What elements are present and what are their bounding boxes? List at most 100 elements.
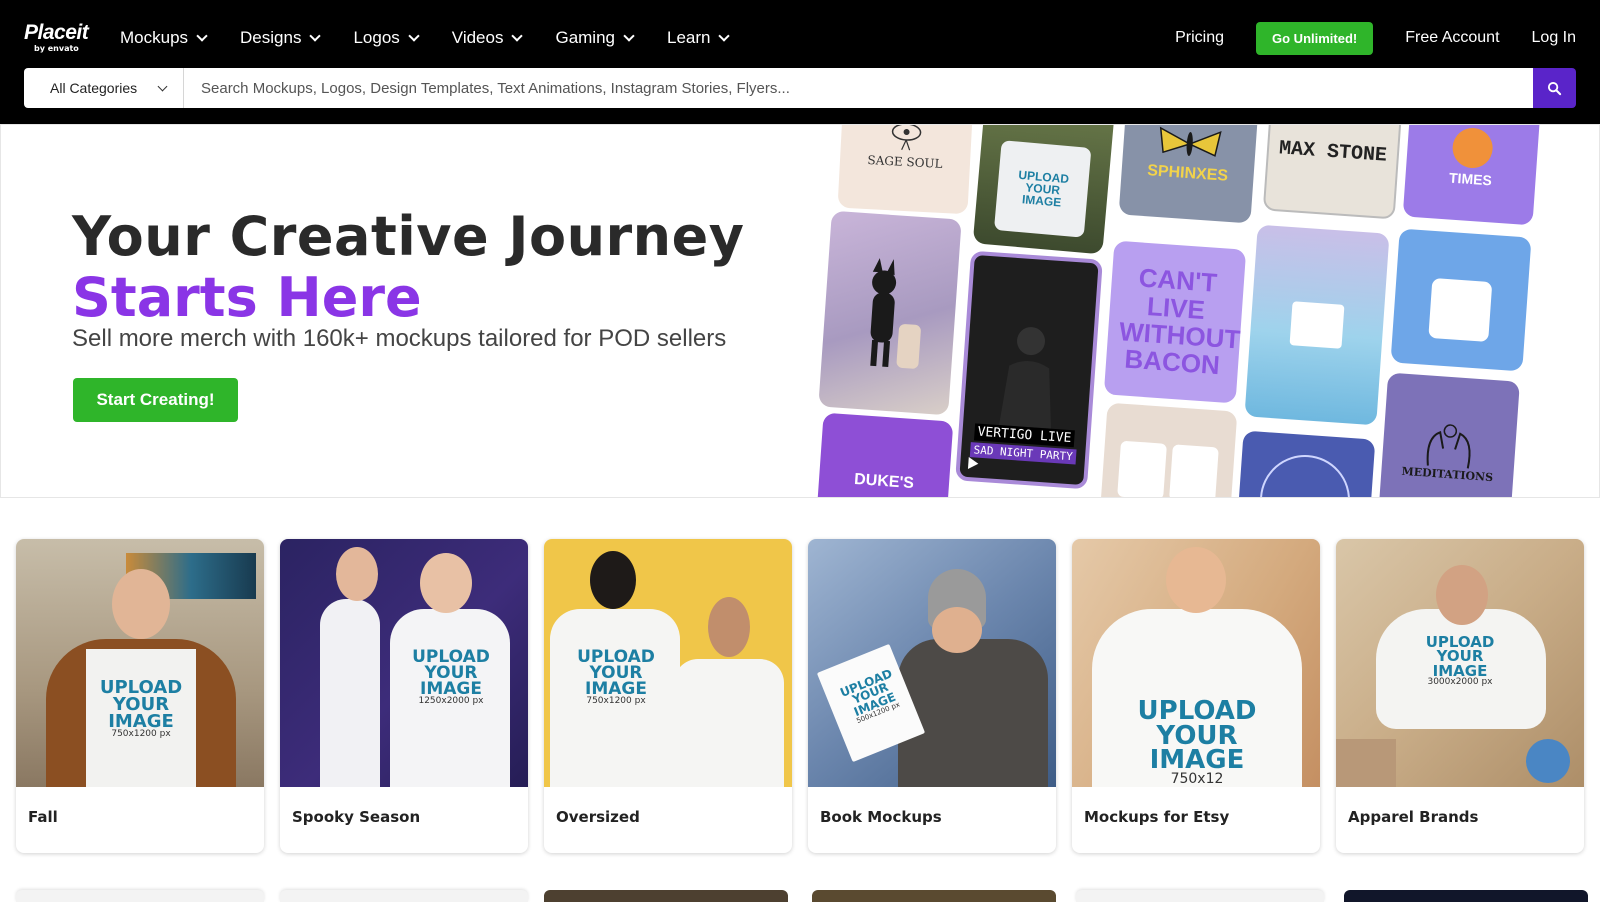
tshirt-shape [1428, 277, 1493, 342]
go-unlimited-button[interactable]: Go Unlimited! [1256, 21, 1374, 55]
search-input[interactable] [184, 68, 1533, 108]
nav-logos[interactable]: Logos [353, 28, 420, 48]
sage-soul-text: SAGE SOUL [867, 152, 943, 171]
upload-size: 750x1200 px [111, 729, 171, 740]
main-nav: Mockups Designs Logos Videos Gaming Lear… [120, 24, 762, 52]
upload-text: UPLOAD YOUR IMAGE [577, 647, 655, 700]
placeit-logo[interactable]: Placeit by envato [24, 21, 90, 54]
category-cards: UPLOAD YOUR IMAGE 750x1200 px Fall UPLOAD… [16, 539, 1584, 853]
login-link[interactable]: Log In [1532, 29, 1576, 47]
chevron-down-icon [196, 29, 208, 42]
category-card-mockups-for-etsy[interactable]: UPLOAD YOUR IMAGE 750x12 Mockups for Etsy [1072, 539, 1320, 853]
collage-meditations[interactable]: MEDITATIONS [1378, 372, 1520, 497]
next-row-card[interactable] [544, 890, 788, 902]
circle-emblem [1256, 451, 1354, 497]
logo-wordmark: Placeit [24, 21, 89, 44]
category-card-apparel-brands[interactable]: UPLOAD YOUR IMAGE 3000x2000 px Apparel Br… [1336, 539, 1584, 853]
knit-sweater [898, 639, 1048, 787]
upload-size: 750x1200 px [586, 696, 646, 707]
chevron-down-icon [623, 29, 635, 42]
collage-blue-circle[interactable] [1234, 430, 1376, 497]
collage-mug-woman[interactable] [1244, 224, 1390, 426]
chevron-down-icon [157, 81, 168, 91]
nav-videos[interactable]: Videos [451, 28, 524, 48]
person-silhouette [999, 327, 1051, 429]
next-row-card[interactable] [1344, 890, 1588, 902]
mug-shape [1289, 301, 1345, 349]
next-row-card[interactable] [280, 890, 528, 902]
bacon-text: CAN'T LIVE WITHOUT BACON [1118, 262, 1242, 381]
hero-title-line2: Starts Here [72, 266, 422, 329]
category-image: UPLOAD YOUR IMAGE 750x1200 px [16, 539, 264, 787]
category-label: Book Mockups [820, 808, 942, 826]
collage-sphinxes[interactable]: SPHINXES [1118, 125, 1260, 224]
tshirt-shape: UPLOAD YOUR IMAGE [993, 140, 1092, 238]
top-header: Placeit by envato Mockups Designs Logos … [0, 0, 1600, 124]
category-card-spooky-season[interactable]: UPLOAD YOUR IMAGE 1250x2000 px Spooky Sea… [280, 539, 528, 853]
category-label: Fall [28, 808, 58, 826]
nav-gaming-label: Gaming [555, 28, 615, 47]
collage-delivery-man[interactable] [1390, 228, 1532, 372]
account-links: Pricing Go Unlimited! Free Account Log I… [1143, 21, 1576, 55]
search-bar: All Categories [24, 68, 1576, 108]
shorts [1336, 739, 1396, 787]
category-label: Oversized [556, 808, 640, 826]
category-image: UPLOAD YOUR IMAGE 750x12 [1072, 539, 1320, 787]
nav-learn[interactable]: Learn [667, 28, 731, 48]
pricing-link[interactable]: Pricing [1175, 29, 1224, 47]
sphinxes-text: SPHINXES [1146, 161, 1229, 185]
category-select[interactable]: All Categories [24, 68, 184, 108]
collage-max-stone[interactable]: MAX STONE [1262, 125, 1404, 220]
tshirt-upload-text: UPLOAD YOUR IMAGE [1017, 167, 1070, 210]
nav-designs-label: Designs [240, 28, 302, 47]
collage-bacon[interactable]: CAN'T LIVE WITHOUT BACON [1103, 240, 1247, 404]
category-card-oversized[interactable]: UPLOAD YOUR IMAGE 750x1200 px Oversized [544, 539, 792, 853]
search-button[interactable] [1533, 68, 1576, 108]
collage-tshirt-woman[interactable]: UPLOAD YOUR IMAGE [972, 125, 1116, 255]
nav-designs[interactable]: Designs [240, 28, 322, 48]
orange-character [1451, 126, 1494, 170]
hero-title-line1: Your Creative Journey [72, 205, 745, 268]
globe [1526, 739, 1570, 783]
category-label: Spooky Season [292, 808, 421, 826]
face [708, 597, 750, 657]
head [590, 551, 636, 609]
collage-sage-soul[interactable]: SAGE SOUL [837, 125, 975, 215]
upload-text: UPLOAD YOUR IMAGE [1137, 696, 1257, 776]
nav-videos-label: Videos [451, 28, 504, 47]
times-text: TIMES [1448, 169, 1493, 189]
free-account-link[interactable]: Free Account [1405, 29, 1499, 47]
next-row-card[interactable] [1076, 890, 1324, 902]
category-card-fall[interactable]: UPLOAD YOUR IMAGE 750x1200 px Fall [16, 539, 264, 853]
play-icon[interactable] [967, 457, 979, 470]
face [1166, 547, 1226, 613]
upload-text: UPLOAD YOUR IMAGE [1425, 633, 1495, 680]
dog-illustration [870, 258, 921, 369]
hero-subtitle: Sell more merch with 160k+ mockups tailo… [72, 325, 727, 352]
upload-placeholder: UPLOAD YOUR IMAGE 750x1200 px [564, 647, 668, 707]
nav-gaming[interactable]: Gaming [555, 28, 635, 48]
collage-couple-hoodies[interactable] [1098, 402, 1238, 497]
chevron-down-icon [718, 29, 731, 42]
collage-vertigo-live[interactable]: VERTIGO LIVE SAD NIGHT PARTY [955, 250, 1103, 490]
collage-dog-photo[interactable] [818, 210, 962, 416]
collage-dukes[interactable]: DUKE'S [814, 412, 954, 497]
chevron-down-icon [408, 29, 420, 42]
search-icon [1547, 81, 1562, 95]
upload-placeholder: UPLOAD YOUR IMAGE 3000x2000 px [1410, 635, 1510, 686]
category-image: UPLOAD YOUR IMAGE 500x1200 px [808, 539, 1056, 787]
start-creating-button[interactable]: Start Creating! [73, 378, 238, 422]
upload-size: 1250x2000 px [418, 696, 484, 707]
next-row-card[interactable] [16, 890, 264, 902]
next-row-card[interactable] [812, 890, 1056, 902]
upload-size: 750x12 [1170, 771, 1224, 787]
category-card-book-mockups[interactable]: UPLOAD YOUR IMAGE 500x1200 px Book Mockup… [808, 539, 1056, 853]
nav-mockups[interactable]: Mockups [120, 28, 208, 48]
dukes-text: DUKE'S [853, 470, 915, 492]
hoodie-pair [1117, 440, 1219, 497]
category-label: Apparel Brands [1348, 808, 1479, 826]
upload-placeholder: UPLOAD YOUR IMAGE 750x12 [1122, 696, 1272, 787]
collage-times[interactable]: TIMES [1402, 125, 1542, 226]
chevron-down-icon [309, 29, 322, 42]
sweatshirt-left [320, 599, 380, 787]
